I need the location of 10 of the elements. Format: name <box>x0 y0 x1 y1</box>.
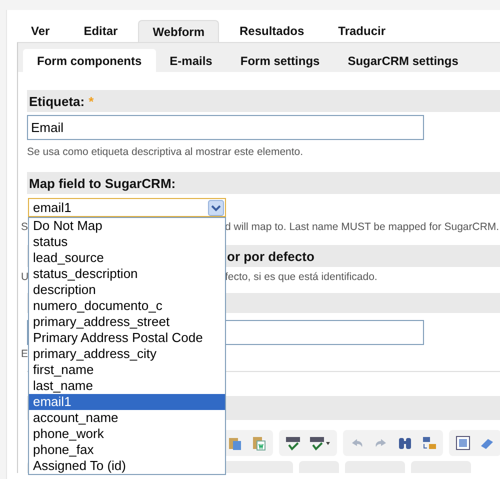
field-label: Etiqueta: <box>29 94 85 108</box>
required-mark: * <box>88 94 94 108</box>
help-text: U <box>21 271 30 283</box>
select-value: email1 <box>33 200 72 215</box>
help-text: S <box>21 221 30 233</box>
field-label: Map field to SugarCRM: <box>29 176 176 190</box>
help-text: Se usa como etiqueta descriptiva al mostrar este elemento. <box>27 146 304 159</box>
field-label: or por defecto <box>227 248 314 264</box>
help-text: fecto, si es que está identificado. <box>225 271 378 283</box>
help-text: E <box>21 348 30 360</box>
